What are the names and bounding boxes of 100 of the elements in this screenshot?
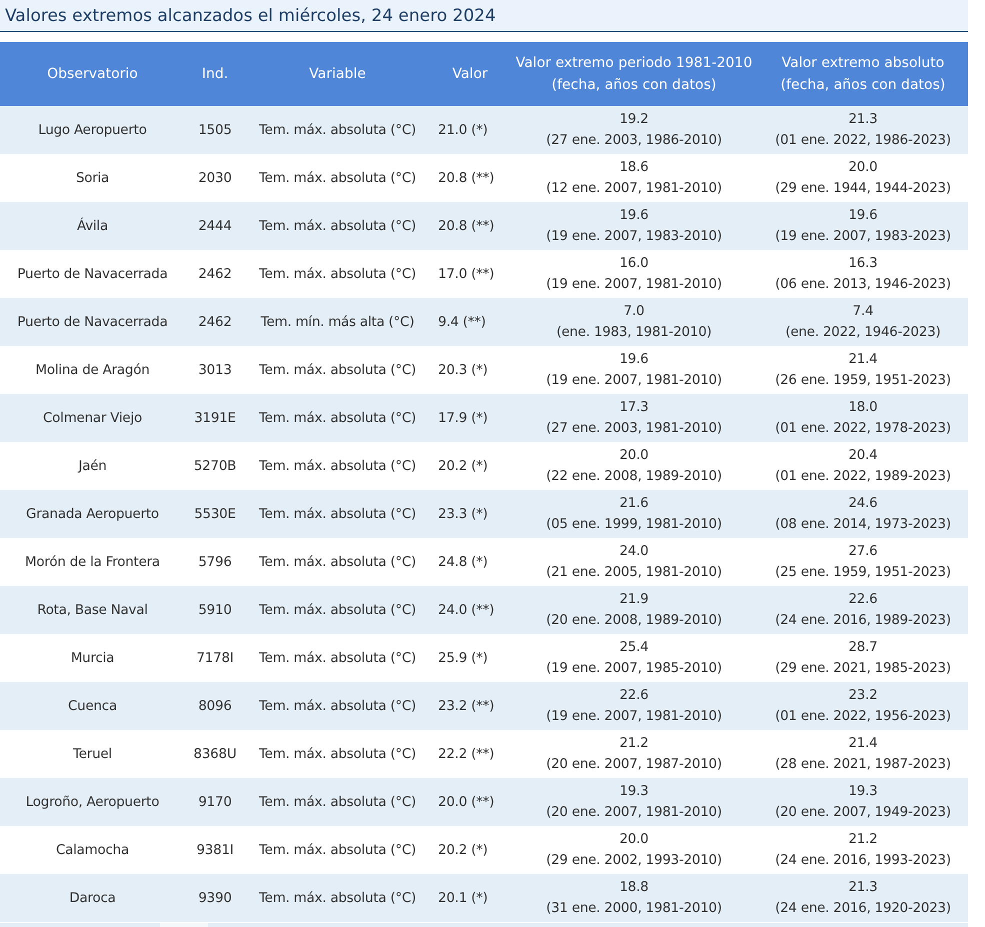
table-cell: Granada Aeropuerto [0,490,185,538]
table-cell: 3191E [185,394,245,442]
table-cell: 2444 [185,202,245,250]
table-cell: Tem. mín. más alta (°C) [245,298,430,346]
table-cell: Tem. máx. absoluta (°C) [245,538,430,586]
table-cell: Molina de Aragón [0,346,185,394]
table-cell: Puerto de Navacerrada [0,298,185,346]
table-cell: 23.3 (*) [430,490,510,538]
table-cell: 19.6 (19 ene. 2007, 1983-2010) [510,202,758,250]
table-cell: 2462 [185,250,245,298]
table-cell: 2030 [185,154,245,202]
table-cell: Tem. máx. absoluta (°C) [245,154,430,202]
table-cell: 19.3 (20 ene. 2007, 1949-2023) [758,778,968,826]
table-cell: Murcia [0,634,185,682]
table-cell: Tem. máx. absoluta (°C) [245,682,430,730]
table-cell: Puerto de Navacerrada [0,250,185,298]
table-cell: Tem. máx. absoluta (°C) [245,826,430,874]
table-cell: Lugo Aeropuerto [0,106,185,154]
column-header: Valor extremo absoluto (fecha, años con datos) [758,42,968,106]
table-cell: 22.6 (19 ene. 2007, 1981-2010) [510,682,758,730]
table-cell: 21.2 (20 ene. 2007, 1987-2010) [510,730,758,778]
table-cell: Tem. máx. absoluta (°C) [245,106,430,154]
table-cell: 16.0 (19 ene. 2007, 1981-2010) [510,250,758,298]
table-cell: Logroño, Aeropuerto [0,778,185,826]
table-cell: Ávila [0,202,185,250]
table-cell: 7.0 (ene. 1983, 1981-2010) [510,298,758,346]
table-cell: 23.2 (01 ene. 2022, 1956-2023) [758,682,968,730]
page-title: Valores extremos alcanzados el miércoles, 24 enero 2024 [5,6,496,26]
table-cell: 20.8 (**) [430,154,510,202]
table-cell: 21.3 (01 ene. 2022, 1986-2023) [758,106,968,154]
table-cell: Morón de la Frontera [0,538,185,586]
table-cell: 21.3 (24 ene. 2016, 1920-2023) [758,874,968,922]
table-cell: 19.6 (19 ene. 2007, 1981-2010) [510,346,758,394]
table-cell: 5910 [185,586,245,634]
table-cell: 9170 [185,778,245,826]
table-cell: Tem. máx. absoluta (°C) [245,730,430,778]
table-cell: Tem. máx. absoluta (°C) [245,586,430,634]
table-cell: 20.0 (29 ene. 2002, 1993-2010) [510,826,758,874]
table-cell: 24.0 (**) [430,586,510,634]
table-cell: 28.7 (29 ene. 2021, 1985-2023) [758,634,968,682]
table-cell: Tem. máx. absoluta (°C) [245,346,430,394]
table-cell: 21.4 (26 ene. 1959, 1951-2023) [758,346,968,394]
table-cell: 20.8 (**) [430,202,510,250]
table-cell: 20.1 (*) [430,874,510,922]
table-cell: 17.9 (*) [430,394,510,442]
table-cell: Tem. máx. absoluta (°C) [245,394,430,442]
table-cell: Tem. máx. absoluta (°C) [245,634,430,682]
table-cell: Tem. máx. absoluta (°C) [245,490,430,538]
table-cell: 22.2 (**) [430,730,510,778]
table-cell: 25.4 (19 ene. 2007, 1985-2010) [510,634,758,682]
table-cell: 9.4 (**) [430,298,510,346]
table-cell: Rota, Base Naval [0,586,185,634]
table-cell: 21.4 (28 ene. 2021, 1987-2023) [758,730,968,778]
table-cell: Teruel [0,730,185,778]
table-cell: 24.8 (*) [430,538,510,586]
table-cell: 20.2 (*) [430,826,510,874]
table-cell: 20.0 (29 ene. 1944, 1944-2023) [758,154,968,202]
table-cell: 5530E [185,490,245,538]
table-cell: 16.3 (06 ene. 2013, 1946-2023) [758,250,968,298]
table-cell: 2462 [185,298,245,346]
table-cell: Colmenar Viejo [0,394,185,442]
table-cell: Tem. máx. absoluta (°C) [245,250,430,298]
table-cell: Cuenca [0,682,185,730]
table-cell: 25.9 (*) [430,634,510,682]
table-cell: 24.0 (21 ene. 2005, 1981-2010) [510,538,758,586]
table-cell: 5270B [185,442,245,490]
table-cell: 20.0 (22 ene. 2008, 1989-2010) [510,442,758,490]
table-cell: Tem. máx. absoluta (°C) [245,442,430,490]
table-cell: 18.8 (31 ene. 2000, 1981-2010) [510,874,758,922]
table-cell: 19.3 (20 ene. 2007, 1981-2010) [510,778,758,826]
table-cell: 1505 [185,106,245,154]
table-cell: 8096 [185,682,245,730]
table-cell: 5796 [185,538,245,586]
column-header: Valor extremo periodo 1981-2010 (fecha, años con datos) [510,42,758,106]
table-cell: 21.2 (24 ene. 2016, 1993-2023) [758,826,968,874]
table-cell: 17.3 (27 ene. 2003, 1981-2010) [510,394,758,442]
table-cell: 21.9 (20 ene. 2008, 1989-2010) [510,586,758,634]
table-cell: Daroca [0,874,185,922]
table-cell: 3013 [185,346,245,394]
table-cell: 27.6 (25 ene. 1959, 1951-2023) [758,538,968,586]
table-cell: 18.0 (01 ene. 2022, 1978-2023) [758,394,968,442]
table-cell: Soria [0,154,185,202]
table-cell: 18.6 (12 ene. 2007, 1981-2010) [510,154,758,202]
table-cell: 23.2 (**) [430,682,510,730]
table-cell: 20.4 (01 ene. 2022, 1989-2023) [758,442,968,490]
table-cell: 21.6 (05 ene. 1999, 1981-2010) [510,490,758,538]
table-cell: 8368U [185,730,245,778]
column-header: Variable [245,42,430,106]
table-cell: Jaén [0,442,185,490]
table-cell: 19.6 (19 ene. 2007, 1983-2023) [758,202,968,250]
table-cell: 7178I [185,634,245,682]
table-cell: Calamocha [0,826,185,874]
column-header: Ind. [185,42,245,106]
table-cell: 17.0 (**) [430,250,510,298]
table-cell: 7.4 (ene. 2022, 1946-2023) [758,298,968,346]
table-cell: Tem. máx. absoluta (°C) [245,874,430,922]
table-cell: Tem. máx. absoluta (°C) [245,778,430,826]
table-cell: 20.3 (*) [430,346,510,394]
column-header: Valor [430,42,510,106]
table-cell: 9381I [185,826,245,874]
